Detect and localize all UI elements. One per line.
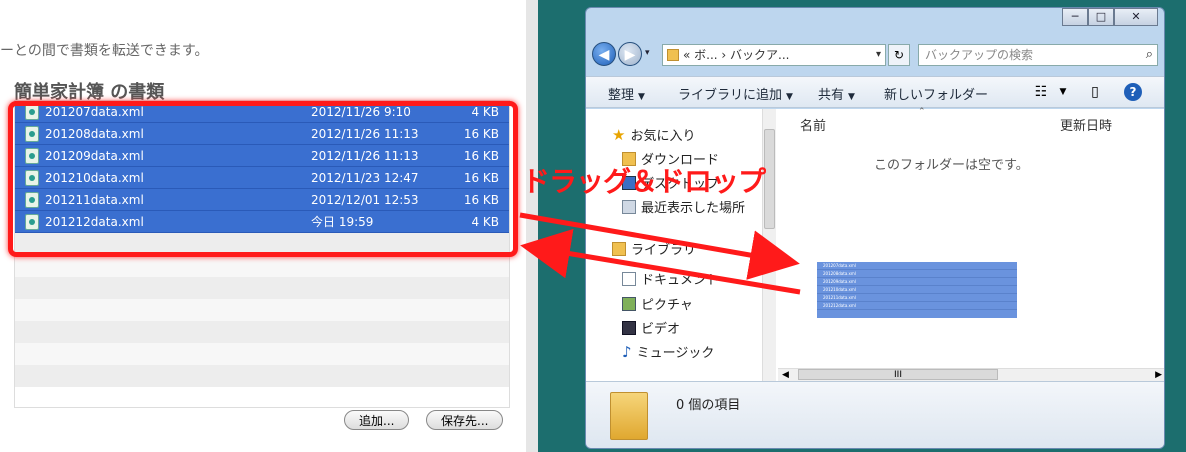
drag-arrows [519, 212, 801, 295]
screen: ーとの間で書類を転送できます。 簡単家計簿 の書類 201207data.xml… [0, 0, 1186, 452]
drag-drop-label: ドラッグ＆ドロップ [522, 165, 766, 198]
arrow-to-explorer [519, 212, 800, 280]
arrow-to-app [520, 228, 801, 295]
